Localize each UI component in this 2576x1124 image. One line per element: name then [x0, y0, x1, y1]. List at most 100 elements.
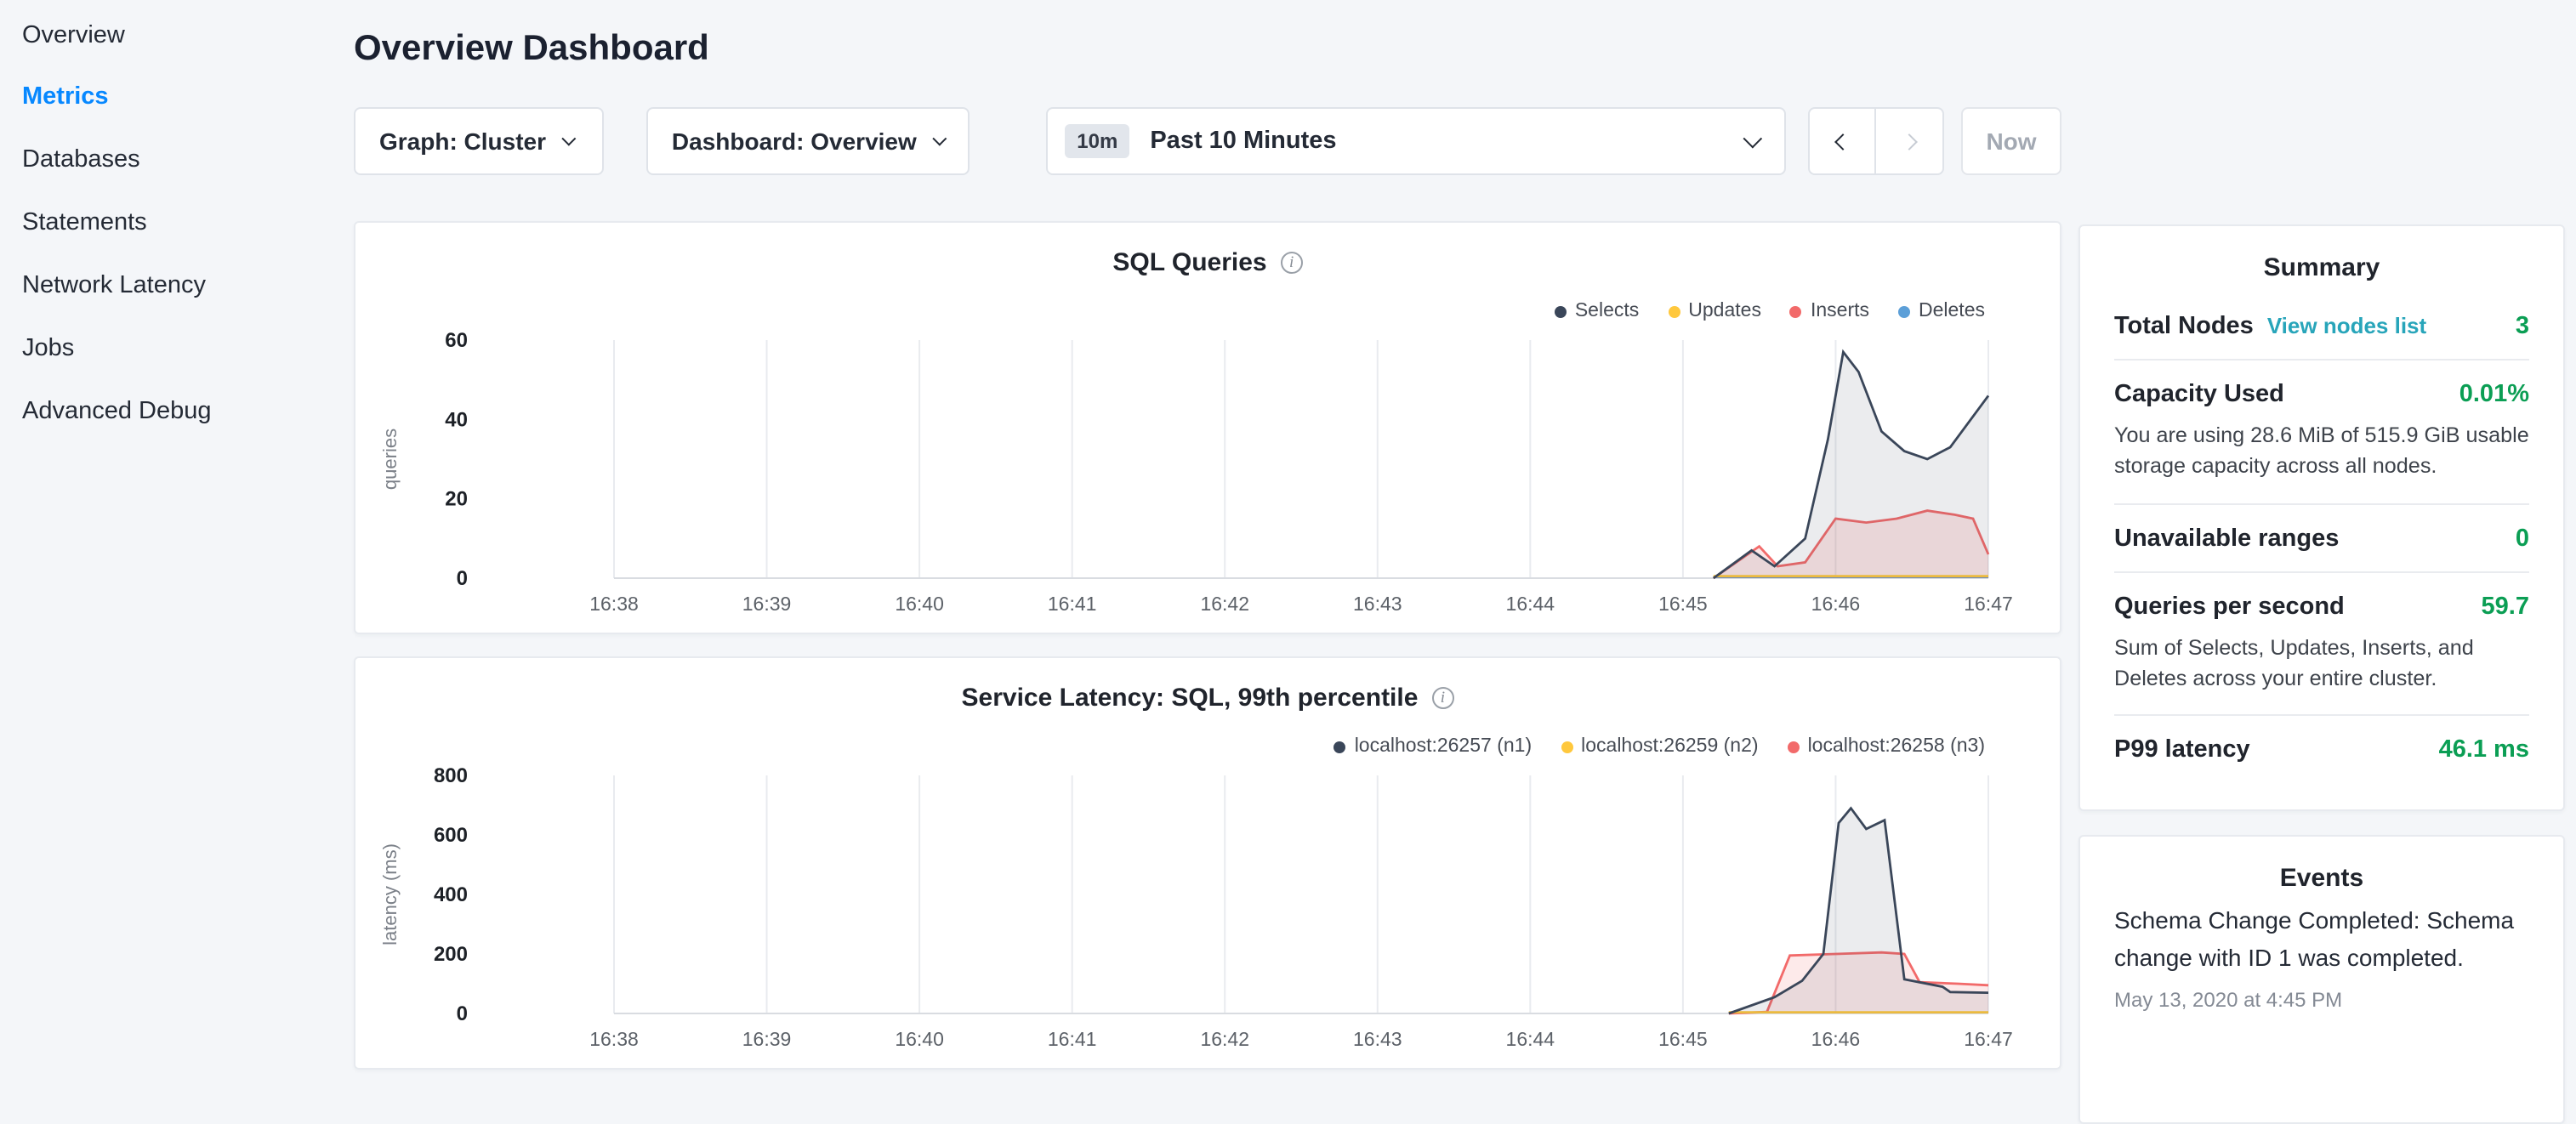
legend-label: localhost:26259 (n2) — [1581, 736, 1758, 757]
summary-description: Sum of Selects, Updates, Inserts, and De… — [2114, 632, 2529, 694]
legend-dot — [1790, 305, 1802, 317]
summary-row-unavailable-ranges: Unavailable ranges 0 — [2114, 502, 2529, 571]
svg-text:0: 0 — [457, 567, 468, 590]
page-title: Overview Dashboard — [354, 27, 2061, 70]
svg-text:16:40: 16:40 — [895, 593, 944, 615]
svg-text:16:44: 16:44 — [1506, 1028, 1555, 1050]
chart-title: Service Latency: SQL, 99th percentile — [962, 684, 1419, 712]
svg-text:queries: queries — [379, 429, 401, 490]
info-icon[interactable]: i — [1431, 687, 1453, 709]
legend-label: localhost:26257 (n1) — [1355, 736, 1532, 757]
svg-text:60: 60 — [445, 329, 468, 352]
time-step-back-button[interactable] — [1808, 107, 1876, 175]
legend-label: Selects — [1575, 301, 1639, 321]
info-icon[interactable]: i — [1281, 252, 1303, 274]
chevron-left-icon — [1834, 133, 1851, 150]
chart-legend: localhost:26257 (n1) localhost:26259 (n2)… — [1305, 736, 1985, 757]
graph-dropdown[interactable]: Graph: Cluster — [354, 107, 604, 175]
legend-item-localhost-26259-n2: localhost:26259 (n2) — [1561, 736, 1758, 757]
legend-dot — [1555, 305, 1567, 317]
chart-title-row: SQL Queriesi — [355, 248, 2060, 281]
svg-text:16:45: 16:45 — [1658, 1028, 1708, 1050]
legend-label: localhost:26258 (n3) — [1808, 736, 1985, 757]
legend-dot — [1668, 305, 1680, 317]
legend-item-updates: Updates — [1668, 301, 1761, 321]
event-timestamp: May 13, 2020 at 4:45 PM — [2114, 989, 2529, 1013]
main-content: Overview Dashboard Graph: Cluster Dashbo… — [354, 0, 2061, 1070]
summary-value: 0 — [2516, 525, 2529, 552]
now-button[interactable]: Now — [1961, 107, 2061, 175]
time-range-badge: 10m — [1065, 124, 1129, 158]
summary-row-head: P99 latency 46.1 ms — [2114, 716, 2529, 782]
svg-text:16:45: 16:45 — [1658, 593, 1708, 615]
svg-text:16:43: 16:43 — [1353, 593, 1402, 615]
summary-description: You are using 28.6 MiB of 515.9 GiB usab… — [2114, 420, 2529, 482]
summary-row-p99-latency: P99 latency 46.1 ms — [2114, 714, 2529, 782]
svg-text:16:38: 16:38 — [589, 593, 639, 615]
view-nodes-list-link[interactable]: View nodes list — [2267, 313, 2426, 338]
chevron-right-icon — [1901, 133, 1918, 150]
sidebar-item-statements[interactable]: Statements — [0, 194, 333, 257]
legend-dot — [1788, 741, 1800, 752]
svg-text:40: 40 — [445, 409, 468, 432]
summary-row-head: Unavailable ranges 0 — [2114, 504, 2529, 571]
chart-legend: SelectsUpdatesInsertsDeletes — [1526, 301, 1985, 321]
chevron-down-icon — [932, 132, 947, 146]
sidebar-item-databases[interactable]: Databases — [0, 131, 333, 194]
event-text: Schema Change Completed: Schema change w… — [2114, 903, 2529, 977]
summary-value: 59.7 — [2482, 593, 2529, 620]
svg-text:16:39: 16:39 — [742, 593, 792, 615]
events-panel: Events Schema Change Completed: Schema c… — [2078, 835, 2565, 1124]
sidebar-item-advanced-debug[interactable]: Advanced Debug — [0, 382, 333, 445]
legend-label: Deletes — [1919, 301, 1985, 321]
summary-row-queries-per-second: Queries per second 59.7 Sum of Selects, Up… — [2114, 571, 2529, 694]
summary-label: Queries per second — [2114, 593, 2345, 620]
svg-text:600: 600 — [434, 824, 468, 847]
svg-text:16:47: 16:47 — [1964, 593, 2013, 615]
svg-text:16:38: 16:38 — [589, 1028, 639, 1050]
svg-text:20: 20 — [445, 488, 468, 511]
sidebar-item-metrics[interactable]: Metrics — [0, 68, 333, 131]
summary-row-total-nodes: Total NodesView nodes list3 — [2114, 292, 2529, 359]
summary-row-capacity-used: Capacity Used 0.01% You are using 28.6 MiB… — [2114, 359, 2529, 482]
time-step-forward-button[interactable] — [1876, 107, 1944, 175]
right-column: Summary Total NodesView nodes list3Capac… — [2078, 224, 2565, 1124]
sidebar-item-network-latency[interactable]: Network Latency — [0, 257, 333, 320]
legend-item-deletes: Deletes — [1898, 301, 1985, 321]
chevron-down-icon — [1743, 129, 1763, 149]
chart-plot: 16:38 16:39 16:40 16:41 16:42 16:43 16:44 16:45… — [355, 328, 2060, 626]
summary-value: 3 — [2516, 313, 2529, 340]
svg-text:800: 800 — [434, 764, 468, 787]
svg-text:16:46: 16:46 — [1811, 593, 1861, 615]
dashboard-dropdown[interactable]: Dashboard: Overview — [646, 107, 970, 175]
summary-title: Summary — [2114, 253, 2529, 282]
summary-value: 46.1 ms — [2439, 736, 2529, 764]
summary-row-head: Capacity Used 0.01% — [2114, 360, 2529, 427]
summary-label: Unavailable ranges — [2114, 525, 2339, 552]
svg-text:16:42: 16:42 — [1200, 593, 1249, 615]
summary-label: P99 latency — [2114, 736, 2250, 764]
sidebar-nav: OverviewMetricsDatabasesStatementsNetwor… — [0, 0, 333, 1051]
graph-dropdown-label: Graph: Cluster — [379, 128, 546, 155]
events-list: Schema Change Completed: Schema change w… — [2114, 903, 2529, 1013]
sidebar-item-jobs[interactable]: Jobs — [0, 319, 333, 382]
svg-text:16:47: 16:47 — [1964, 1028, 2013, 1050]
summary-value: 0.01% — [2459, 381, 2529, 408]
event-item: Schema Change Completed: Schema change w… — [2114, 903, 2529, 1013]
svg-text:16:40: 16:40 — [895, 1028, 944, 1050]
time-range-dropdown[interactable]: 10m Past 10 Minutes — [1046, 107, 1786, 175]
svg-text:16:44: 16:44 — [1506, 593, 1555, 615]
summary-label: Capacity Used — [2114, 381, 2284, 408]
legend-dot — [1898, 305, 1910, 317]
svg-text:200: 200 — [434, 943, 468, 966]
svg-text:16:41: 16:41 — [1048, 593, 1097, 615]
legend-item-localhost-26258-n3: localhost:26258 (n3) — [1788, 736, 1985, 757]
svg-text:16:42: 16:42 — [1200, 1028, 1249, 1050]
service-latency-chart-card: Service Latency: SQL, 99th percentile i lo… — [354, 656, 2061, 1070]
summary-row-head: Total NodesView nodes list3 — [2114, 292, 2529, 359]
time-range-label: Past 10 Minutes — [1150, 128, 1336, 155]
legend-dot — [1561, 741, 1572, 752]
sidebar-item-overview[interactable]: Overview — [0, 5, 333, 68]
svg-text:400: 400 — [434, 883, 468, 906]
toolbar: Graph: Cluster Dashboard: Overview 10m P… — [354, 107, 2061, 175]
